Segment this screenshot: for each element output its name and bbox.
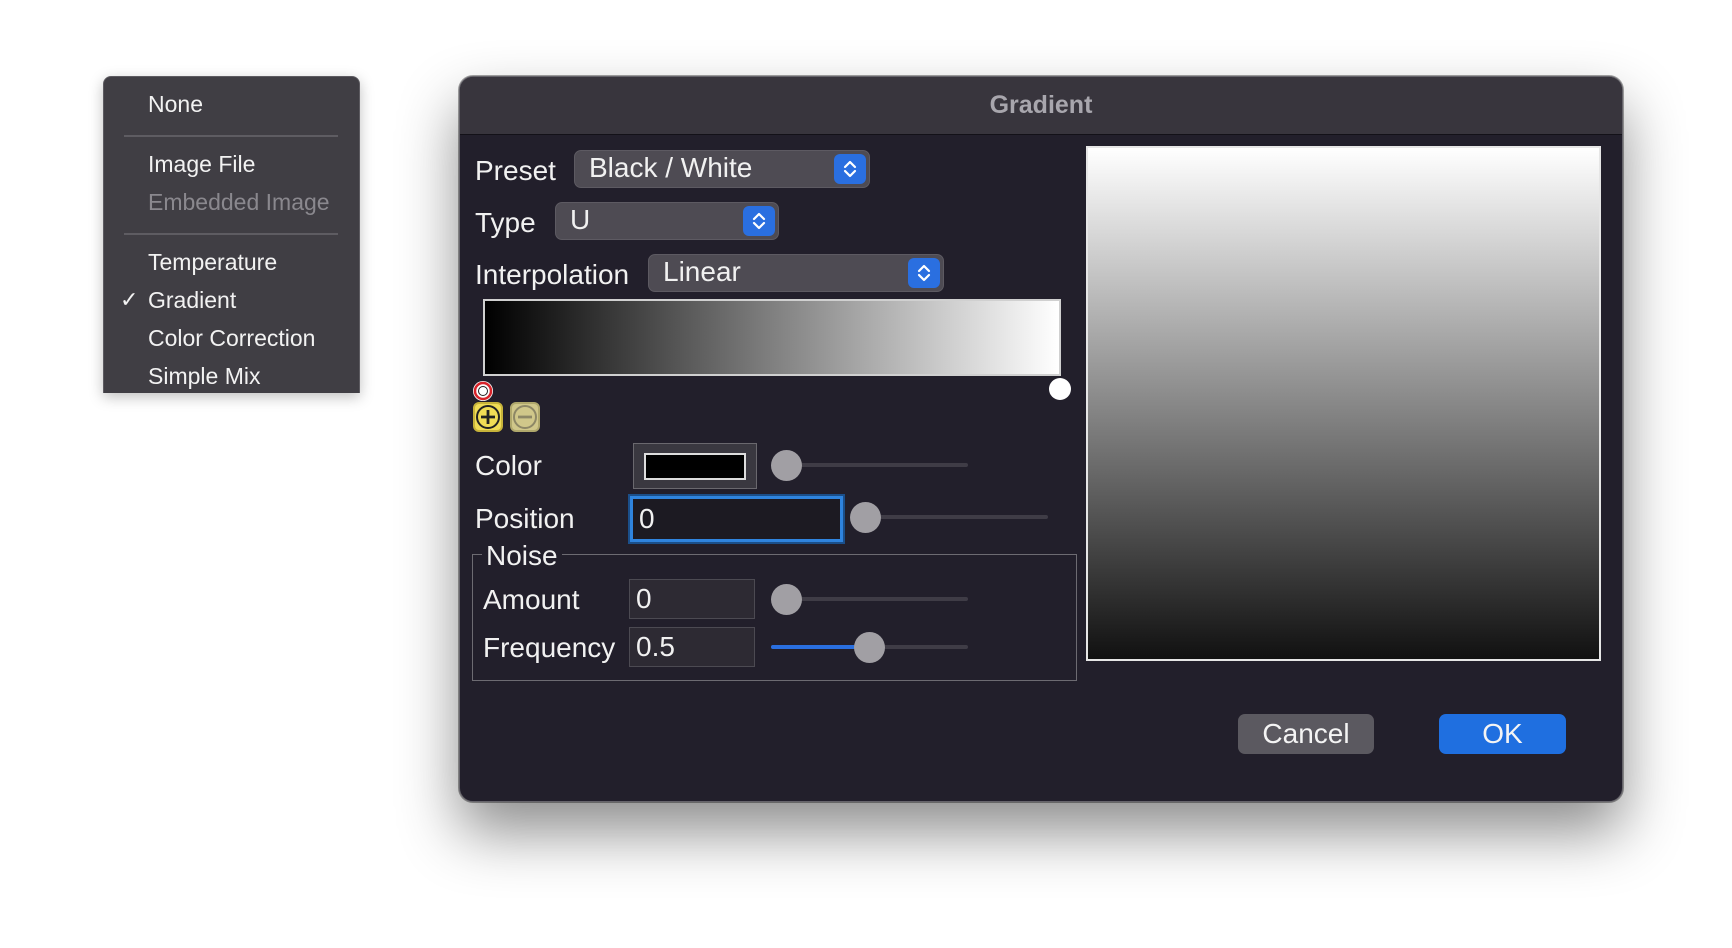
chevron-up-down-icon <box>743 206 775 236</box>
menu-item-label: None <box>148 91 203 117</box>
gradient-dialog: Gradient Preset Black / White Type U Int… <box>459 76 1623 802</box>
type-label: Type <box>475 207 536 238</box>
slider-knob[interactable] <box>771 584 802 615</box>
color-well[interactable] <box>633 443 757 489</box>
menu-item-none[interactable]: None <box>104 87 359 121</box>
color-swatch <box>644 453 746 480</box>
cancel-button[interactable]: Cancel <box>1238 714 1374 754</box>
menu-item-color-correction[interactable]: Color Correction <box>104 321 359 355</box>
menu-item-label: Embedded Image <box>148 189 330 215</box>
menu-item-label: Color Correction <box>148 325 316 351</box>
type-value: U <box>570 204 591 235</box>
gradient-preview <box>1086 146 1601 661</box>
preset-value: Black / White <box>589 152 753 183</box>
slider-knob[interactable] <box>771 450 802 481</box>
interpolation-value: Linear <box>663 256 741 287</box>
chevron-up-down-icon <box>834 154 866 184</box>
menu-item-embedded-image: Embedded Image <box>104 185 359 219</box>
position-slider[interactable] <box>850 502 1048 533</box>
chevron-up-down-icon <box>908 258 940 288</box>
color-slider[interactable] <box>771 450 968 481</box>
menu-item-label: Temperature <box>148 249 278 275</box>
menu-item-label: Gradient <box>148 287 237 313</box>
amount-label: Amount <box>483 584 580 615</box>
preset-select[interactable]: Black / White <box>574 150 870 188</box>
remove-stop-button[interactable] <box>510 402 540 432</box>
type-select[interactable]: U <box>555 202 779 240</box>
menu-item-label: Simple Mix <box>148 363 261 389</box>
amount-input[interactable] <box>629 579 755 619</box>
amount-slider[interactable] <box>771 584 968 615</box>
minus-icon <box>513 405 537 429</box>
gradient-ramp[interactable] <box>483 299 1061 376</box>
menu-item-simple-mix[interactable]: Simple Mix <box>104 359 359 393</box>
position-label: Position <box>475 503 575 534</box>
checkmark-icon: ✓ <box>120 287 139 312</box>
position-input[interactable] <box>630 496 843 542</box>
frequency-slider[interactable] <box>771 632 968 663</box>
ok-button[interactable]: OK <box>1439 714 1566 754</box>
frequency-label: Frequency <box>483 632 616 663</box>
menu-item-label: Image File <box>148 151 256 177</box>
menu-item-image-file[interactable]: Image File <box>104 147 359 181</box>
noise-group-title: Noise <box>482 540 562 572</box>
add-stop-button[interactable] <box>473 402 503 432</box>
plus-icon <box>476 405 500 429</box>
menu-separator <box>124 135 338 137</box>
source-type-menu: None Image File Embedded Image Temperatu… <box>103 76 360 393</box>
preset-label: Preset <box>475 155 556 186</box>
menu-item-temperature[interactable]: Temperature <box>104 245 359 279</box>
dialog-titlebar[interactable]: Gradient <box>460 77 1622 135</box>
interpolation-select[interactable]: Linear <box>648 254 944 292</box>
color-label: Color <box>475 450 542 481</box>
interpolation-label: Interpolation <box>475 259 630 290</box>
frequency-input[interactable] <box>629 627 755 667</box>
gradient-stop-start[interactable] <box>471 379 495 403</box>
menu-item-gradient[interactable]: ✓ Gradient <box>104 283 359 317</box>
slider-knob[interactable] <box>854 632 885 663</box>
slider-knob[interactable] <box>850 502 881 533</box>
gradient-stop-end[interactable] <box>1049 378 1071 400</box>
menu-separator <box>124 233 338 235</box>
dialog-title: Gradient <box>989 91 1093 119</box>
